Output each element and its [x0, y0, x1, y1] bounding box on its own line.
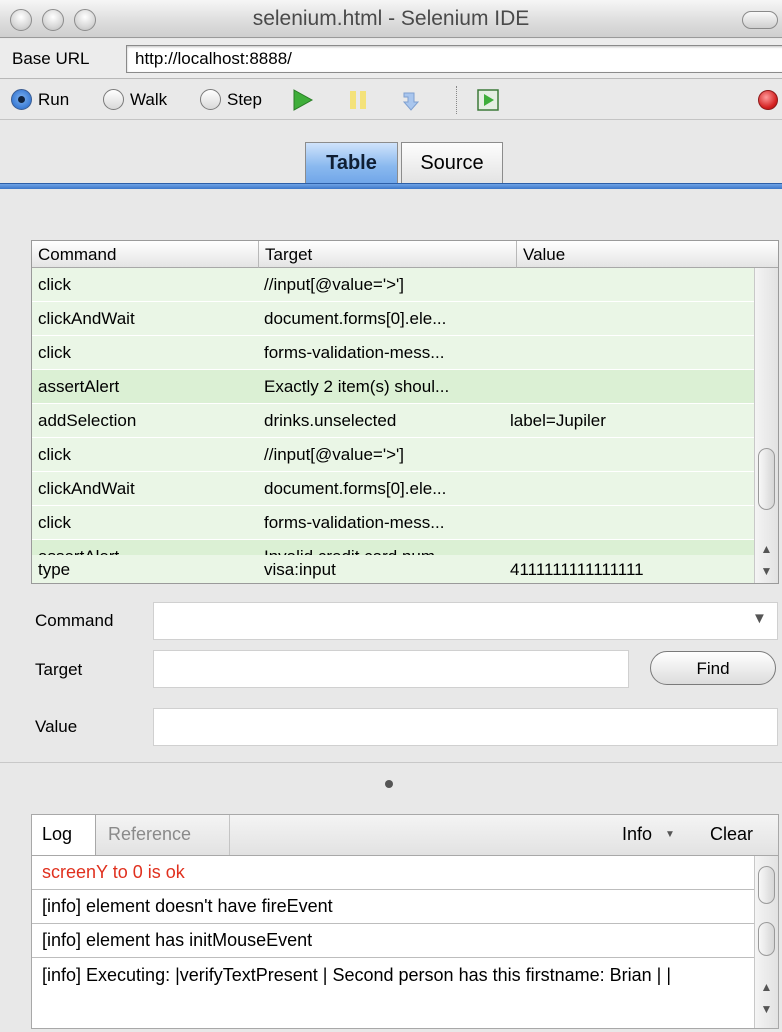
row-command: assertAlert — [38, 377, 120, 396]
step-radio[interactable] — [200, 89, 221, 110]
zoom-window-button[interactable] — [74, 9, 96, 31]
base-url-input[interactable]: http://localhost:8888/ — [126, 45, 782, 73]
target-input[interactable] — [153, 650, 629, 688]
row-target: forms-validation-mess... — [264, 343, 445, 362]
splitter-grip-icon[interactable] — [385, 780, 393, 788]
chevron-down-icon[interactable]: ▼ — [752, 610, 767, 627]
table-row[interactable]: assertAlert Exactly 2 item(s) shoul... — [32, 370, 754, 404]
panel-splitter[interactable] — [0, 762, 782, 810]
row-command: clickAndWait — [38, 479, 135, 498]
row-command: addSelection — [38, 411, 137, 430]
row-target: document.forms[0].ele... — [264, 309, 447, 328]
tab-table[interactable]: Table — [305, 142, 398, 185]
column-header-target[interactable]: Target — [259, 241, 517, 268]
base-url-row: Base URL http://localhost:8888/ — [0, 39, 782, 79]
window-title: selenium.html - Selenium IDE — [252, 7, 530, 30]
tab-log[interactable]: Log — [32, 815, 96, 855]
row-target: drinks.unselected — [264, 411, 397, 430]
table-row[interactable]: clickAndWait document.forms[0].ele... — [32, 472, 754, 506]
value-input[interactable] — [153, 708, 778, 746]
column-header-value[interactable]: Value — [517, 241, 778, 268]
scroll-down-arrow[interactable]: ▼ — [755, 560, 778, 582]
command-combobox[interactable] — [153, 602, 778, 640]
table-row[interactable]: click //input[@value='>'] — [32, 438, 754, 472]
table-row[interactable]: click forms-validation-mess... — [32, 506, 754, 540]
record-button[interactable] — [758, 90, 778, 110]
toolbar-toggle-button[interactable] — [742, 11, 778, 29]
row-command: type — [38, 560, 71, 579]
walk-label[interactable]: Walk — [130, 90, 167, 110]
run-controls-toolbar: Run Walk Step — [0, 80, 782, 120]
scrollbar-thumb[interactable] — [758, 448, 775, 510]
row-command: click — [38, 275, 72, 294]
scroll-down-arrow[interactable]: ▼ — [755, 998, 778, 1020]
value-label: Value — [35, 717, 78, 736]
table-row[interactable]: addSelection drinks.unselected label=Jup… — [32, 404, 754, 438]
tab-reference[interactable]: Reference — [96, 815, 230, 855]
title-bar: selenium.html - Selenium IDE — [0, 0, 782, 38]
row-command: click — [38, 445, 72, 464]
base-url-label: Base URL — [12, 49, 90, 68]
column-header-command[interactable]: Command — [32, 241, 259, 268]
target-label: Target — [35, 660, 83, 679]
chevron-down-icon[interactable]: ▼ — [665, 829, 675, 840]
row-value: label=Jupiler — [510, 411, 606, 430]
run-label[interactable]: Run — [38, 90, 69, 110]
row-target: visa:input — [264, 560, 336, 579]
scroll-up-arrow[interactable]: ▲ — [755, 976, 778, 998]
close-window-button[interactable] — [10, 9, 32, 31]
log-scrollbar[interactable]: ▲ ▼ — [754, 856, 778, 1028]
row-target: forms-validation-mess... — [264, 513, 445, 532]
command-label: Command — [35, 611, 114, 630]
pause-icon[interactable] — [346, 88, 370, 112]
info-level-dropdown[interactable]: Info — [622, 824, 652, 845]
row-target: //input[@value='>'] — [264, 275, 405, 294]
table-row[interactable]: clickAndWait document.forms[0].ele... — [32, 302, 754, 336]
table-row[interactable]: click forms-validation-mess... — [32, 336, 754, 370]
step-label[interactable]: Step — [227, 90, 262, 110]
row-target: Exactly 2 item(s) shoul... — [264, 377, 450, 396]
play-icon[interactable] — [290, 88, 314, 112]
log-panel-tabs: Log Reference Info ▼ Clear — [31, 814, 779, 856]
clear-log-button[interactable]: Clear — [710, 824, 753, 845]
walk-radio[interactable] — [103, 89, 124, 110]
table-row[interactable]: click //input[@value='>'] — [32, 268, 754, 302]
log-entry: [info] element doesn't have fireEvent — [32, 890, 754, 924]
table-row[interactable]: type visa:input 4111111111111111 — [32, 555, 754, 583]
row-command: click — [38, 343, 72, 362]
scroll-up-arrow[interactable]: ▲ — [755, 538, 778, 560]
log-entry: [info] element has initMouseEvent — [32, 924, 754, 958]
toolbar-separator — [456, 86, 457, 114]
row-value: 4111111111111111 — [510, 560, 644, 579]
row-target: document.forms[0].ele... — [264, 479, 447, 498]
log-entry: [info] Executing: |verifyTextPresent | S… — [42, 965, 671, 985]
scrollbar-thumb[interactable] — [758, 866, 775, 904]
step-over-icon[interactable] — [400, 88, 424, 112]
commands-scrollbar[interactable]: ▲ ▼ — [754, 268, 778, 583]
scrollbar-thumb-lower[interactable] — [758, 922, 775, 956]
row-target: //input[@value='>'] — [264, 445, 405, 464]
find-button[interactable]: Find — [650, 651, 776, 685]
tab-source[interactable]: Source — [401, 142, 503, 185]
row-command: click — [38, 513, 72, 532]
commands-table: Command Target Value click //input[@valu… — [31, 240, 779, 584]
run-test-suite-icon[interactable] — [476, 88, 500, 112]
tab-underline — [0, 183, 782, 189]
log-output: screenY to 0 is ok [info] element doesn'… — [31, 855, 779, 1029]
log-entry: screenY to 0 is ok — [32, 856, 754, 890]
run-radio[interactable] — [11, 89, 32, 110]
row-command: clickAndWait — [38, 309, 135, 328]
minimize-window-button[interactable] — [42, 9, 64, 31]
